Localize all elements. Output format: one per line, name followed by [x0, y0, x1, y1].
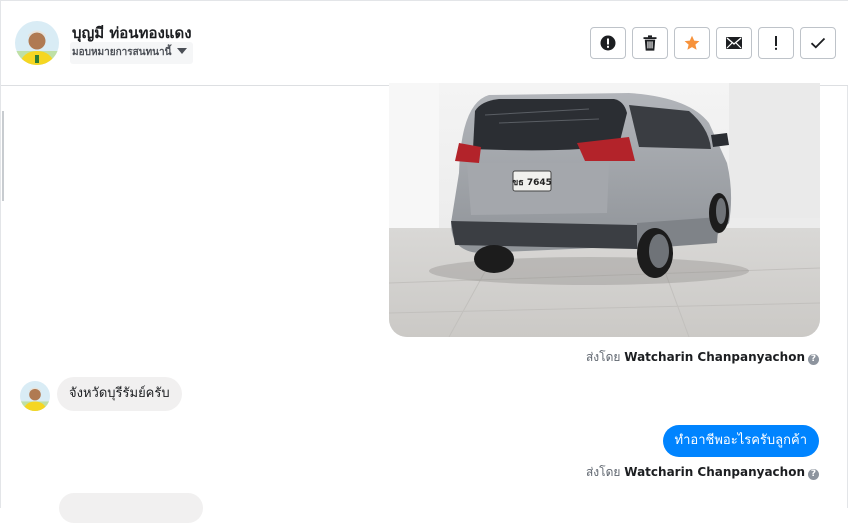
- trash-icon: [643, 35, 657, 51]
- exclamation-icon: [775, 36, 777, 50]
- sent-by-label: ส่งโดย Watcharin Chanpanyachon?: [586, 463, 819, 482]
- conversation-panel: บุญมี ท่อนทองแดง มอบหมายการสนทนานี้ ขธ 7…: [0, 0, 848, 523]
- caret-down-icon: [177, 48, 188, 54]
- mark-unread-button[interactable]: [716, 27, 752, 59]
- conversation-header: บุญมี ท่อนทองแดง มอบหมายการสนทนานี้: [1, 1, 848, 86]
- sender-name[interactable]: Watcharin Chanpanyachon: [624, 350, 805, 364]
- assign-conversation-dropdown[interactable]: มอบหมายการสนทนานี้: [70, 42, 194, 64]
- mark-done-button[interactable]: [800, 27, 836, 59]
- image-attachment[interactable]: ขธ 7645: [389, 83, 820, 337]
- alert-circle-icon: [600, 35, 616, 51]
- outgoing-message-bubble: ทำอาชีพอะไรครับลูกค้า: [662, 425, 819, 457]
- contact-avatar[interactable]: [15, 21, 59, 65]
- checkmark-icon: [810, 37, 826, 49]
- scrollbar[interactable]: [2, 111, 4, 201]
- help-icon[interactable]: ?: [808, 354, 819, 365]
- help-icon[interactable]: ?: [808, 469, 819, 480]
- star-button[interactable]: [674, 27, 710, 59]
- partial-message-bubble: [59, 493, 203, 523]
- assign-conversation-label: มอบหมายการสนทนานี้: [72, 47, 172, 58]
- delete-button[interactable]: [632, 27, 668, 59]
- header-actions: [590, 27, 836, 59]
- follow-up-button[interactable]: [758, 27, 794, 59]
- envelope-icon: [726, 37, 742, 49]
- report-spam-button[interactable]: [590, 27, 626, 59]
- sender-avatar[interactable]: [20, 381, 50, 411]
- sent-by-label: ส่งโดย Watcharin Chanpanyachon?: [586, 348, 819, 367]
- sender-name[interactable]: Watcharin Chanpanyachon: [624, 465, 805, 479]
- incoming-message-bubble: จังหวัดบุรีรัมย์ครับ: [57, 377, 182, 411]
- star-icon: [684, 35, 700, 50]
- license-plate-text: ขธ 7645: [512, 178, 552, 188]
